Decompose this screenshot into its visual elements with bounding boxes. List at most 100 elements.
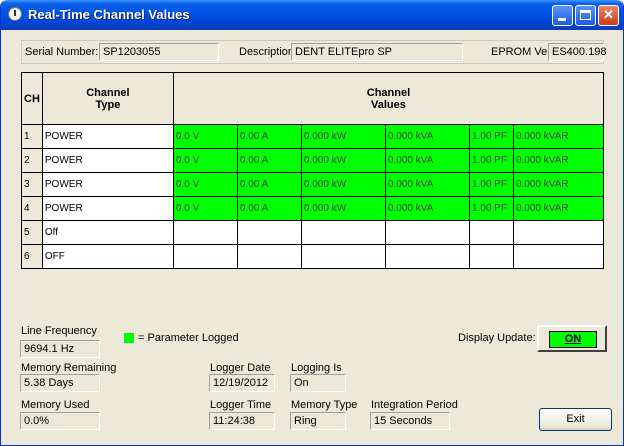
eprom-version-value: ES400.198 xyxy=(548,43,606,61)
col-header-channel-type: Channel Type xyxy=(41,72,174,125)
table-row: 2 POWER 0.0 V 0.00 A 0.000 kW 0.000 kVA 1.00 P… xyxy=(21,148,605,173)
channel-type-cell[interactable]: POWER xyxy=(41,148,174,173)
channel-value-v-cell xyxy=(172,220,238,245)
logging-is-value: On xyxy=(290,374,346,392)
channel-value-v-cell: 0.0 V xyxy=(172,148,238,173)
serial-number-value: SP1203055 xyxy=(99,43,219,61)
col-header-channel-values-line1: Channel xyxy=(366,86,411,99)
memory-remaining-value: 5.38 Days xyxy=(20,374,100,392)
exit-button[interactable]: Exit xyxy=(539,408,612,431)
channel-value-a-cell: 0.00 A xyxy=(236,148,302,173)
table-row: 3 POWER 0.0 V 0.00 A 0.000 kW 0.000 kVA 1.00 P… xyxy=(21,172,605,197)
channel-value-kw-cell: 0.000 kW xyxy=(300,124,386,149)
memory-used-value: 0.0% xyxy=(20,412,100,430)
memory-type-value: Ring xyxy=(290,412,346,430)
integration-period-label: Integration Period xyxy=(371,399,458,411)
table-row: 5 Off xyxy=(21,220,605,245)
line-frequency-value: 9694.1 Hz xyxy=(20,340,100,358)
channel-value-kva-cell xyxy=(384,220,470,245)
logging-is-label: Logging Is xyxy=(291,362,342,374)
channel-number-cell: 4 xyxy=(21,196,43,221)
channel-value-kw-cell: 0.000 kW xyxy=(300,196,386,221)
channel-value-pf-cell xyxy=(468,244,514,269)
channel-value-kvar-cell: 0.000 kVAR xyxy=(512,148,605,173)
channel-value-pf-cell: 1.00 PF xyxy=(468,172,514,197)
channel-value-kva-cell: 0.000 kVA xyxy=(384,172,470,197)
parameter-logged-legend: = Parameter Logged xyxy=(138,332,239,344)
logger-time-label: Logger Time xyxy=(210,399,272,411)
channel-value-kvar-cell xyxy=(512,244,605,269)
col-header-ch: CH xyxy=(21,72,43,125)
channel-value-kvar-cell: 0.000 kVAR xyxy=(512,196,605,221)
col-header-channel-type-line1: Channel xyxy=(86,86,130,99)
table-row: 6 OFF xyxy=(21,244,605,269)
channel-value-kw-cell xyxy=(300,220,386,245)
col-header-channel-values-line2: Values xyxy=(371,98,406,111)
channel-number-cell: 6 xyxy=(21,244,43,269)
window-title: Real-Time Channel Values xyxy=(28,7,190,22)
channel-type-cell[interactable]: POWER xyxy=(41,124,174,149)
display-update-toggle[interactable]: ON xyxy=(537,325,607,352)
channel-number-cell: 5 xyxy=(21,220,43,245)
table-header-row: CH Channel Type Channel Values xyxy=(21,72,605,125)
eprom-version-label: EPROM Ver: xyxy=(491,46,554,58)
channel-value-a-cell xyxy=(236,220,302,245)
close-icon: ✕ xyxy=(603,7,614,22)
col-header-channel-type-line2: Type xyxy=(95,98,121,111)
memory-used-label: Memory Used xyxy=(21,399,90,411)
close-button[interactable]: ✕ xyxy=(598,5,619,26)
channel-value-kvar-cell xyxy=(512,220,605,245)
maximize-icon xyxy=(580,10,591,20)
channel-value-pf-cell xyxy=(468,220,514,245)
display-update-on-label: ON xyxy=(549,331,597,348)
title-bar[interactable]: Real-Time Channel Values ✕ xyxy=(1,0,623,30)
channel-type-cell[interactable]: Off xyxy=(41,220,174,245)
channel-value-kva-cell: 0.000 kVA xyxy=(384,124,470,149)
logger-time-value: 11:24:38 xyxy=(209,412,275,430)
channel-value-a-cell: 0.00 A xyxy=(236,172,302,197)
table-row: 1 POWER 0.0 V 0.00 A 0.000 kW 0.000 kVA 1.00 P… xyxy=(21,124,605,149)
line-frequency-label: Line Frequency xyxy=(21,325,97,337)
channel-number-cell: 3 xyxy=(21,172,43,197)
channel-value-pf-cell: 1.00 PF xyxy=(468,148,514,173)
memory-remaining-label: Memory Remaining xyxy=(21,362,117,374)
channel-value-pf-cell: 1.00 PF xyxy=(468,124,514,149)
channel-value-v-cell: 0.0 V xyxy=(172,172,238,197)
channel-value-kva-cell: 0.000 kVA xyxy=(384,196,470,221)
col-header-channel-values: Channel Values xyxy=(172,72,605,125)
integration-period-value: 15 Seconds xyxy=(370,412,450,430)
channel-value-v-cell: 0.0 V xyxy=(172,196,238,221)
maximize-button[interactable] xyxy=(575,5,596,26)
channel-value-kva-cell: 0.000 kVA xyxy=(384,148,470,173)
gauge-icon xyxy=(8,7,22,21)
logger-date-label: Logger Date xyxy=(210,362,271,374)
channel-value-kvar-cell: 0.000 kVAR xyxy=(512,124,605,149)
channel-type-cell[interactable]: POWER xyxy=(41,172,174,197)
table-row: 4 POWER 0.0 V 0.00 A 0.000 kW 0.000 kVA 1.00 P… xyxy=(21,196,605,221)
channel-value-a-cell: 0.00 A xyxy=(236,124,302,149)
channel-value-kva-cell xyxy=(384,244,470,269)
channel-value-a-cell: 0.00 A xyxy=(236,196,302,221)
channel-value-v-cell: 0.0 V xyxy=(172,124,238,149)
channel-value-a-cell xyxy=(236,244,302,269)
channel-type-cell[interactable]: OFF xyxy=(41,244,174,269)
minimize-icon xyxy=(558,18,566,21)
channel-values-table: CH Channel Type Channel Values 1 POWER 0.0… xyxy=(21,72,605,269)
description-value: DENT ELITEpro SP xyxy=(291,43,463,61)
channel-number-cell: 2 xyxy=(21,148,43,173)
minimize-button[interactable] xyxy=(552,5,573,26)
serial-number-label: Serial Number: xyxy=(25,46,99,58)
channel-value-kw-cell: 0.000 kW xyxy=(300,172,386,197)
channel-value-pf-cell: 1.00 PF xyxy=(468,196,514,221)
channel-number-cell: 1 xyxy=(21,124,43,149)
parameter-logged-swatch xyxy=(124,333,134,343)
description-label: Description: xyxy=(239,46,298,58)
channel-value-v-cell xyxy=(172,244,238,269)
real-time-channel-values-window: Real-Time Channel Values ✕ Serial Number… xyxy=(0,0,624,446)
display-update-label: Display Update: xyxy=(458,332,536,344)
channel-value-kw-cell: 0.000 kW xyxy=(300,148,386,173)
channel-value-kw-cell xyxy=(300,244,386,269)
memory-type-label: Memory Type xyxy=(291,399,358,411)
logger-date-value: 12/19/2012 xyxy=(209,374,275,392)
channel-type-cell[interactable]: POWER xyxy=(41,196,174,221)
